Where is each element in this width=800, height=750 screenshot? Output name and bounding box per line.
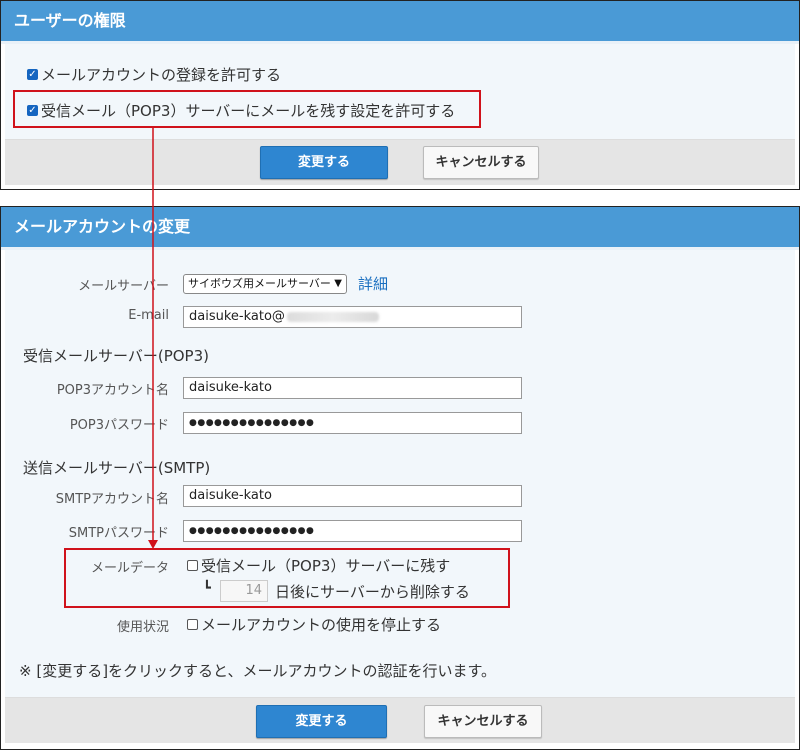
- annotation-arrow-icon: [148, 128, 158, 549]
